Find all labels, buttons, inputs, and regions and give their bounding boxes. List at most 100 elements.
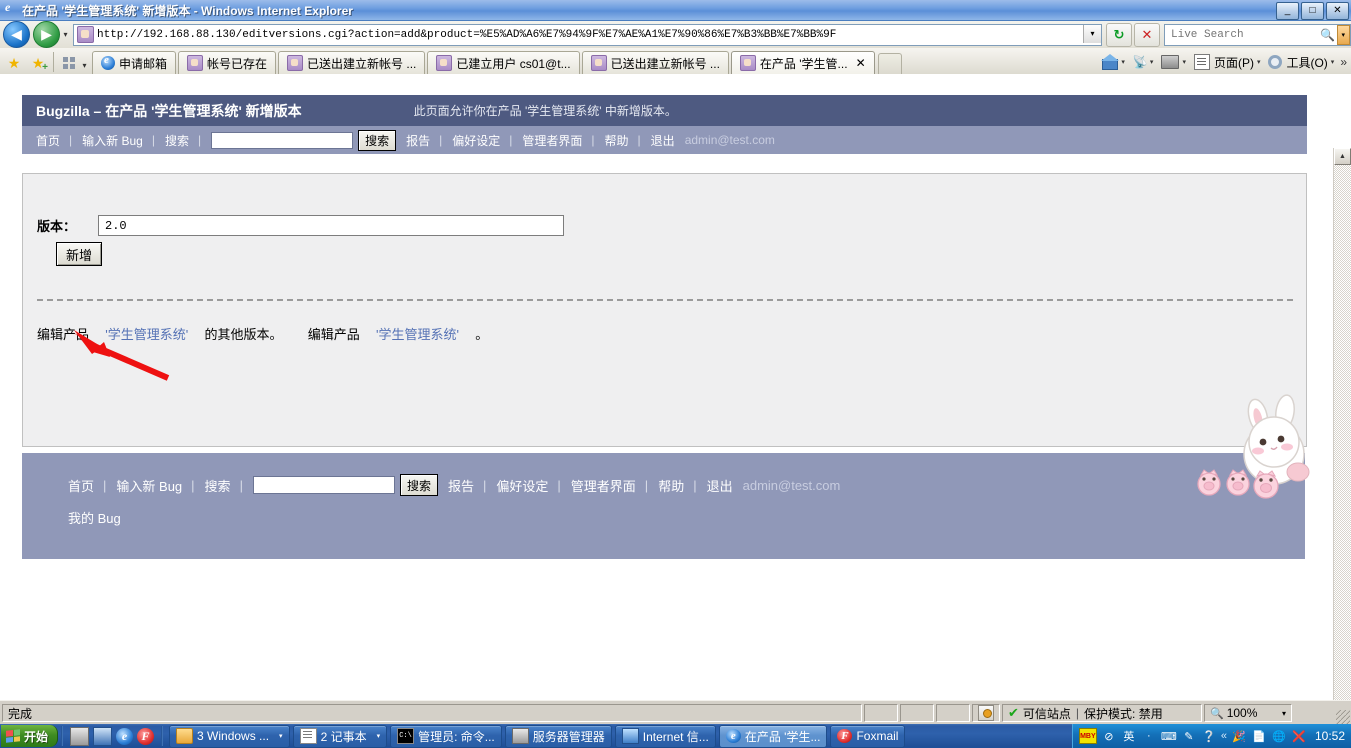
footer-new-bug-link[interactable]: 输入新 Bug (116, 476, 182, 495)
version-input[interactable] (103, 217, 564, 234)
foxmail-tray-icon[interactable]: 🎉 (1231, 728, 1247, 744)
tab-list-dropdown-icon[interactable]: ▾ (79, 56, 90, 74)
refresh-button[interactable]: ↻ (1106, 22, 1132, 47)
ime-block-icon[interactable]: ⊘ (1101, 728, 1117, 744)
taskbar-item-ie-active[interactable]: e 在产品 '学生... (718, 724, 828, 748)
show-desktop-icon[interactable] (70, 726, 90, 746)
search-provider-dropdown-icon[interactable]: ▾ (1336, 24, 1350, 45)
security-zone-cell[interactable]: ✔ 可信站点 | 保护模式: 禁用 (1002, 704, 1202, 722)
nav-new-bug-link[interactable]: 输入新 Bug (82, 132, 143, 149)
nav-reports-link[interactable]: 报告 (406, 132, 430, 149)
feeds-button[interactable]: 📡 ▾ (1129, 51, 1158, 73)
nav-search-link[interactable]: 搜索 (165, 132, 189, 149)
tab-1[interactable]: 帐号已存在 (178, 51, 277, 74)
nav-help-link[interactable]: 帮助 (605, 132, 629, 149)
rss-feed-icon: 📡 (1132, 55, 1148, 69)
nav-logout-link[interactable]: 退出 (651, 132, 675, 149)
address-bar[interactable]: http://192.168.88.130/editversions.cgi?a… (73, 23, 1102, 46)
product-link-1[interactable]: '学生管理系统' (105, 327, 188, 342)
nav-search-button[interactable]: 搜索 (358, 129, 397, 151)
vertical-scrollbar[interactable]: ▲ ▼ (1333, 148, 1351, 700)
keyboard-icon[interactable]: ⌨ (1161, 728, 1177, 744)
add-favorite-icon[interactable]: ★ (28, 52, 48, 74)
start-button[interactable]: 开始 (1, 725, 59, 747)
error-tray-icon[interactable]: ❌ (1291, 728, 1307, 744)
address-text: http://192.168.88.130/editversions.cgi?a… (97, 28, 837, 41)
history-dropdown-icon[interactable]: ▾ (60, 26, 71, 44)
stop-button[interactable]: ✕ (1134, 22, 1160, 47)
nav-home-link[interactable]: 首页 (36, 132, 60, 149)
app-tray-icon[interactable]: 📄 (1251, 728, 1267, 744)
pen-icon[interactable]: ✎ (1181, 728, 1197, 744)
add-version-button[interactable]: 新增 (56, 242, 103, 266)
favorites-star-icon[interactable]: ★ (4, 52, 24, 74)
footer-help-link[interactable]: 帮助 (658, 476, 684, 495)
nav-search-input[interactable] (211, 131, 354, 149)
new-tab-button[interactable] (877, 53, 902, 74)
nav-preferences-link[interactable]: 偏好设定 (452, 132, 500, 149)
ie-quicklaunch-icon[interactable]: e (116, 727, 134, 745)
status-slot-3 (936, 704, 970, 722)
browser-window: 在产品 '学生管理系统' 新增版本 - Windows Internet Exp… (0, 0, 1351, 748)
footer-reports-link[interactable]: 报告 (448, 476, 474, 495)
back-button[interactable]: ◀ (3, 21, 30, 48)
version-input-wrap[interactable] (98, 215, 565, 236)
resize-grip[interactable] (1336, 710, 1350, 724)
help-icon[interactable]: ❔ (1201, 728, 1217, 744)
zoom-dropdown-icon[interactable]: ▾ (1282, 709, 1286, 718)
taskbar-item-iis[interactable]: Internet 信... (614, 724, 716, 748)
footer-separator: | (644, 477, 649, 493)
tray-expand-icon[interactable]: « (1221, 730, 1227, 742)
command-overflow-icon[interactable]: » (1340, 55, 1347, 69)
iis-icon (621, 728, 639, 744)
close-button[interactable]: ✕ (1326, 2, 1349, 20)
taskbar-item-windows-group[interactable]: 3 Windows ... ▾ (169, 724, 290, 748)
print-button[interactable]: ▾ (1157, 51, 1190, 73)
footer-home-link[interactable]: 首页 (68, 476, 94, 495)
tab-4[interactable]: 已送出建立新帐号 ... (581, 51, 729, 74)
scroll-up-icon[interactable]: ▲ (1334, 148, 1351, 165)
nav-admin-link[interactable]: 管理者界面 (522, 132, 582, 149)
ime-mby-icon[interactable]: MBY (1078, 728, 1097, 744)
browser-search-input[interactable] (1169, 27, 1319, 42)
home-icon (1101, 54, 1120, 70)
footer-search-button[interactable]: 搜索 (399, 474, 438, 496)
page-menu[interactable]: 页面(P) ▾ (1190, 51, 1265, 73)
product-link-2[interactable]: '学生管理系统' (376, 327, 459, 342)
tools-menu[interactable]: 工具(O) ▾ (1264, 51, 1338, 73)
footer-search-input[interactable] (252, 476, 395, 494)
tab-close-icon[interactable]: ✕ (856, 56, 866, 70)
system-clock[interactable]: 10:52 (1315, 729, 1345, 743)
tab-label: 帐号已存在 (207, 56, 268, 71)
monitor-icon[interactable] (93, 726, 113, 746)
tab-3[interactable]: 已建立用户 cs01@t... (427, 51, 580, 74)
taskbar-item-foxmail[interactable]: F Foxmail (830, 724, 906, 748)
quick-tabs-icon[interactable] (59, 54, 79, 72)
minimize-button[interactable]: _ (1276, 2, 1299, 20)
footer-preferences-link[interactable]: 偏好设定 (496, 476, 548, 495)
tab-0[interactable]: 申请邮箱 (92, 51, 177, 74)
taskbar-item-notepad-group[interactable]: 2 记事本 ▾ (292, 724, 388, 748)
forward-button[interactable]: ▶ (33, 21, 60, 48)
tab-2[interactable]: 已送出建立新帐号 ... (278, 51, 426, 74)
ime-punctuation-icon[interactable]: · (1141, 728, 1157, 744)
tab-5-active[interactable]: 在产品 '学生管... ✕ (730, 51, 875, 74)
footer-my-bugs-link[interactable]: 我的 Bug (68, 508, 121, 527)
ime-language-label[interactable]: 英 (1121, 728, 1137, 744)
taskbar-item-caret-icon[interactable]: ▾ (279, 732, 283, 740)
network-tray-icon[interactable]: 🌐 (1271, 728, 1287, 744)
footer-logout-link[interactable]: 退出 (707, 476, 733, 495)
search-icon[interactable]: 🔍 (1319, 26, 1337, 44)
footer-search-link[interactable]: 搜索 (205, 476, 231, 495)
home-button[interactable]: ▾ (1098, 51, 1129, 73)
maximize-button[interactable]: □ (1301, 2, 1324, 20)
zoom-control[interactable]: 🔍 100% ▾ (1204, 704, 1292, 722)
foxmail-quicklaunch-icon[interactable]: F (137, 727, 155, 745)
taskbar-item-command-prompt[interactable]: C:\ 管理员: 命令... (390, 724, 502, 748)
address-dropdown-icon[interactable]: ▾ (1083, 24, 1101, 43)
footer-admin-link[interactable]: 管理者界面 (571, 476, 636, 495)
taskbar-item-caret-icon[interactable]: ▾ (377, 732, 381, 740)
browser-search-box[interactable]: 🔍 ▾ (1164, 23, 1351, 46)
taskbar-item-server-manager[interactable]: 服务器管理器 (504, 724, 612, 748)
taskbar-item-label: 管理员: 命令... (418, 729, 495, 744)
